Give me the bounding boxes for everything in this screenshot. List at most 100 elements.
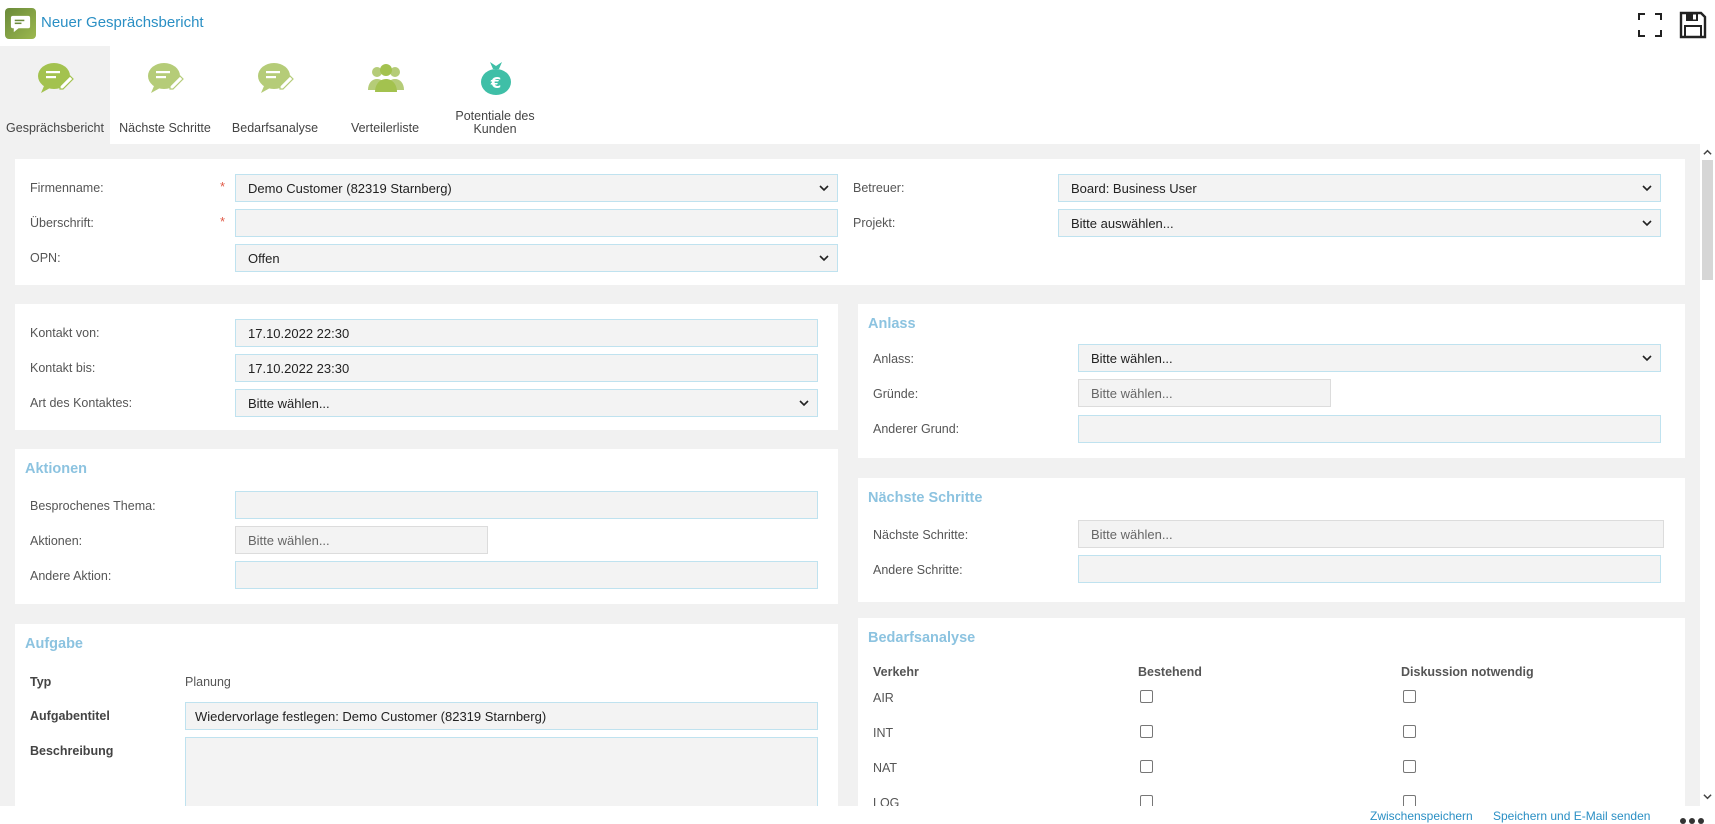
people-group-icon	[368, 64, 404, 92]
col-diskussion-notwendig: Diskussion notwendig	[1401, 665, 1534, 679]
aktionen-label: Aktionen:	[30, 534, 83, 548]
fullscreen-icon	[1638, 13, 1662, 37]
art-des-kontaktes-select[interactable]: Bitte wählen...	[235, 389, 818, 417]
chat-edit-icon	[148, 63, 184, 93]
aufgabe-title: Aufgabe	[25, 636, 83, 652]
aktionen-panel: Aktionen Besprochenes Thema: Aktionen: B…	[15, 449, 838, 604]
tab-bedarfsanalyse[interactable]: Bedarfsanalyse	[220, 46, 330, 144]
col-verkehr: Verkehr	[873, 665, 919, 679]
firmenname-label: Firmenname:	[30, 181, 104, 195]
form-content: Firmenname: * Demo Customer (82319 Starn…	[0, 144, 1700, 806]
kontakt-von-label: Kontakt von:	[30, 326, 100, 340]
opn-value: Offen	[248, 251, 280, 266]
header: Neuer Gesprächsbericht	[0, 0, 1715, 46]
floppy-disk-icon	[1679, 11, 1707, 39]
betreuer-value: Board: Business User	[1071, 181, 1197, 196]
scroll-down-arrow-icon[interactable]	[1703, 792, 1712, 801]
bedarfsanalyse-title: Bedarfsanalyse	[868, 630, 976, 646]
tab-label: Verteilerliste	[350, 121, 420, 135]
money-bag-euro-icon: €	[481, 62, 511, 95]
save-button[interactable]	[1678, 10, 1708, 40]
aufgabentitel-input[interactable]: Wiedervorlage festlegen: Demo Customer (…	[185, 702, 818, 730]
aufgabentitel-label: Aufgabentitel	[30, 709, 110, 723]
naechste-schritte-multiselect[interactable]: Bitte wählen...	[1078, 520, 1664, 548]
art-des-kontaktes-label: Art des Kontaktes:	[30, 396, 133, 410]
anderer-grund-label: Anderer Grund:	[873, 422, 960, 436]
kontakt-panel: Kontakt von: 17.10.2022 22:30 Kontakt bi…	[15, 304, 838, 430]
naechste-schritte-title: Nächste Schritte	[868, 490, 983, 506]
besprochenes-thema-label: Besprochenes Thema:	[30, 499, 156, 513]
typ-value: Planung	[185, 675, 231, 689]
tab-label: Gesprächsbericht	[6, 121, 104, 135]
bedarfsanalyse-panel: Bedarfsanalyse Verkehr Bestehend Diskuss…	[858, 618, 1685, 806]
andere-aktion-input[interactable]	[235, 561, 818, 589]
tab-label: Bedarfsanalyse	[231, 121, 319, 135]
ueberschrift-input[interactable]	[235, 209, 838, 237]
tab-potentiale-des-kunden[interactable]: € Potentiale des Kunden	[440, 46, 550, 144]
kontakt-von-input[interactable]: 17.10.2022 22:30	[235, 319, 818, 347]
projekt-label: Projekt:	[853, 216, 896, 230]
opn-label: OPN:	[30, 251, 61, 265]
fullscreen-button[interactable]	[1635, 10, 1665, 40]
scroll-up-arrow-icon[interactable]	[1703, 148, 1712, 157]
anlass-title: Anlass	[868, 316, 916, 332]
betreuer-select[interactable]: Board: Business User	[1058, 174, 1661, 202]
more-dots-icon[interactable]	[1680, 812, 1707, 824]
tab-label: Nächste Schritte	[119, 121, 211, 135]
gruende-label: Gründe:	[873, 387, 919, 401]
anlass-value: Bitte wählen...	[1091, 351, 1173, 366]
verkehr-row-label: LOG	[873, 796, 900, 806]
projekt-value: Bitte auswählen...	[1071, 216, 1174, 231]
kontakt-bis-label: Kontakt bis:	[30, 361, 96, 375]
aktionen-multiselect[interactable]: Bitte wählen...	[235, 526, 488, 554]
chevron-down-icon	[1642, 355, 1652, 362]
vertical-scrollbar[interactable]	[1700, 144, 1715, 806]
chat-edit-icon	[38, 63, 74, 93]
diskussion-checkbox[interactable]	[1403, 690, 1416, 703]
anlass-select[interactable]: Bitte wählen...	[1078, 344, 1661, 372]
beschreibung-textarea[interactable]	[185, 737, 818, 806]
aktionen-title: Aktionen	[25, 461, 88, 477]
besprochenes-thema-input[interactable]	[235, 491, 818, 519]
diskussion-checkbox[interactable]	[1403, 725, 1416, 738]
beschreibung-label: Beschreibung	[30, 744, 114, 758]
tab-label: Potentiale des Kunden	[455, 109, 535, 136]
opn-select[interactable]: Offen	[235, 244, 838, 272]
page-title: Neuer Gesprächsbericht	[41, 14, 204, 31]
tab-naechste-schritte[interactable]: Nächste Schritte	[110, 46, 220, 144]
chevron-down-icon	[819, 255, 829, 262]
required-mark: *	[220, 179, 226, 194]
scrollbar-thumb[interactable]	[1702, 160, 1713, 280]
zwischenspeichern-link[interactable]: Zwischenspeichern	[1370, 809, 1473, 823]
firmenname-select[interactable]: Demo Customer (82319 Starnberg)	[235, 174, 838, 202]
diskussion-checkbox[interactable]	[1403, 760, 1416, 773]
verkehr-row-label: AIR	[873, 691, 894, 705]
bestehend-checkbox[interactable]	[1140, 760, 1153, 773]
projekt-select[interactable]: Bitte auswählen...	[1058, 209, 1661, 237]
andere-schritte-input[interactable]	[1078, 555, 1661, 583]
gruende-multiselect[interactable]: Bitte wählen...	[1078, 379, 1331, 407]
chevron-down-icon	[799, 400, 809, 407]
betreuer-label: Betreuer:	[853, 181, 905, 195]
firmenname-value: Demo Customer (82319 Starnberg)	[248, 181, 452, 196]
chevron-down-icon	[1642, 185, 1652, 192]
diskussion-checkbox[interactable]	[1403, 795, 1416, 806]
tab-gespraechsbericht[interactable]: Gesprächsbericht	[0, 46, 110, 144]
speichern-email-link[interactable]: Speichern und E-Mail senden	[1493, 809, 1650, 823]
andere-aktion-label: Andere Aktion:	[30, 569, 112, 583]
anlass-label: Anlass:	[873, 352, 914, 366]
bestehend-checkbox[interactable]	[1140, 725, 1153, 738]
tab-verteilerliste[interactable]: Verteilerliste	[330, 46, 440, 144]
anlass-panel: Anlass Anlass: Bitte wählen... Gründe: B…	[858, 304, 1685, 458]
bestehend-checkbox[interactable]	[1140, 690, 1153, 703]
general-panel: Firmenname: * Demo Customer (82319 Starn…	[15, 159, 1685, 285]
chevron-down-icon	[1642, 220, 1652, 227]
tab-bar: Gesprächsbericht Nächste Schritte Bedarf…	[0, 46, 1715, 144]
verkehr-row-label: NAT	[873, 761, 898, 775]
kontakt-bis-input[interactable]: 17.10.2022 23:30	[235, 354, 818, 382]
chat-report-app-icon	[5, 8, 36, 39]
anderer-grund-input[interactable]	[1078, 415, 1661, 443]
naechste-schritte-label: Nächste Schritte:	[873, 528, 969, 542]
required-mark: *	[220, 214, 226, 229]
bestehend-checkbox[interactable]	[1140, 795, 1153, 806]
